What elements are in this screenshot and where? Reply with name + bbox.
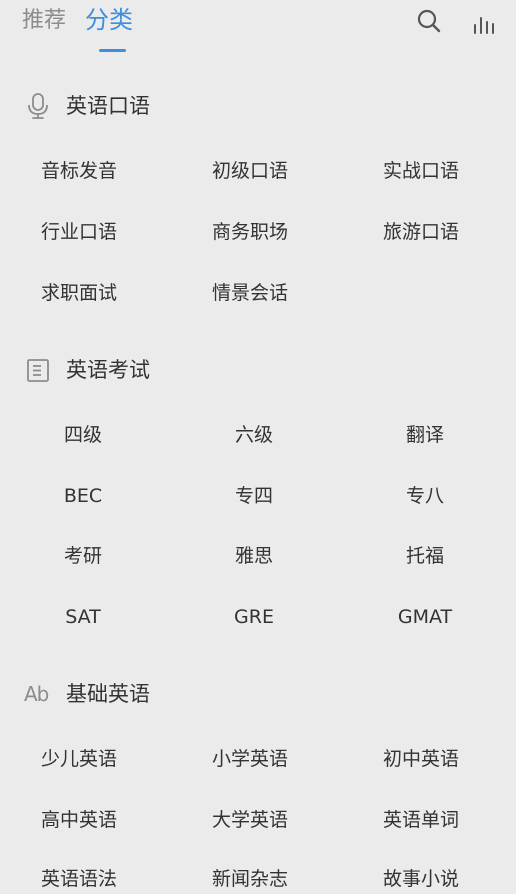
ab-text-icon: Ab	[24, 682, 49, 706]
microphone-icon	[24, 92, 52, 120]
category-item[interactable]: SAT	[23, 602, 143, 632]
category-item[interactable]: 新闻杂志	[212, 864, 288, 894]
chart-bars-icon	[474, 17, 494, 34]
section-header-english-exams: 英语考试	[0, 353, 516, 387]
section-title: 基础英语	[66, 682, 150, 706]
category-item[interactable]: 小学英语	[212, 744, 288, 774]
category-item[interactable]: 英语单词	[383, 805, 459, 835]
category-item[interactable]: 行业口语	[41, 217, 117, 247]
category-item[interactable]: 翻译	[365, 420, 485, 450]
category-item[interactable]: 旅游口语	[383, 217, 459, 247]
category-item[interactable]: 专八	[365, 481, 485, 511]
stats-button[interactable]	[472, 14, 496, 36]
category-item[interactable]: 英语语法	[41, 864, 117, 894]
category-item[interactable]: 实战口语	[383, 156, 459, 186]
category-item[interactable]: 初级口语	[212, 156, 288, 186]
category-item[interactable]: 高中英语	[41, 805, 117, 835]
category-item[interactable]: 情景会话	[212, 278, 288, 308]
category-item[interactable]: BEC	[23, 481, 143, 511]
tab-recommend[interactable]: 推荐	[22, 6, 66, 36]
section-header-basic-english: Ab 基础英语	[0, 677, 516, 711]
category-item[interactable]: 音标发音	[41, 156, 117, 186]
category-item[interactable]: 商务职场	[212, 217, 288, 247]
category-item[interactable]: GRE	[194, 602, 314, 632]
document-list-icon	[24, 356, 52, 384]
section-title: 英语口语	[66, 94, 150, 118]
category-item[interactable]: 雅思	[194, 541, 314, 571]
top-bar: 推荐 分类	[0, 0, 516, 60]
tab-category[interactable]: 分类	[85, 5, 133, 35]
section-header-spoken-english: 英语口语	[0, 89, 516, 123]
category-item[interactable]: 四级	[23, 420, 143, 450]
category-item[interactable]: 大学英语	[212, 805, 288, 835]
search-icon	[417, 9, 441, 33]
category-item[interactable]: 求职面试	[41, 278, 117, 308]
active-tab-indicator	[99, 49, 126, 52]
category-item[interactable]: 故事小说	[383, 864, 459, 894]
category-item[interactable]: GMAT	[365, 602, 485, 632]
category-item[interactable]: 托福	[365, 541, 485, 571]
category-item[interactable]: 六级	[194, 420, 314, 450]
category-item[interactable]: 考研	[23, 541, 143, 571]
section-title: 英语考试	[66, 358, 150, 382]
search-button[interactable]	[416, 8, 442, 34]
category-item[interactable]: 初中英语	[383, 744, 459, 774]
category-item[interactable]: 少儿英语	[41, 744, 117, 774]
category-item[interactable]: 专四	[194, 481, 314, 511]
